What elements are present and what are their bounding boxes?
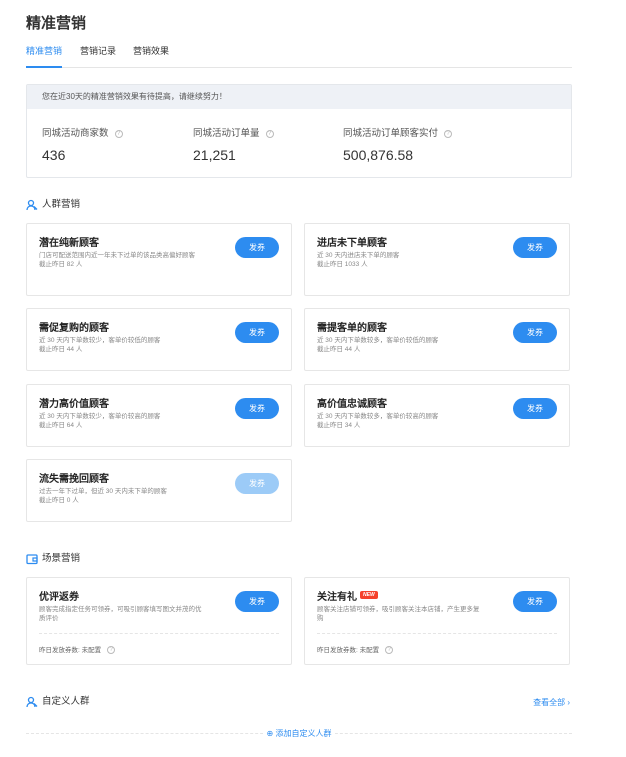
issue-coupon-button[interactable]: 发券 (235, 473, 279, 494)
chevron-right-icon: › (567, 698, 570, 707)
stat-orders: 同城活动订单量? 21,251 (193, 125, 274, 163)
stat-value: 500,876.58 (343, 147, 414, 163)
tab-marketing-records[interactable]: 营销记录 (80, 44, 116, 68)
card-count: 截止昨日 82 人 (39, 261, 83, 268)
stat-value: 21,251 (193, 147, 236, 163)
crowd-card: 潜在纯新顾客 门店可配送范围内近一年未下过单的该品类高偏好顾客 截止昨日 82 人… (26, 223, 292, 296)
card-desc: 近 30 天内下单数较少，客单价较低的顾客 (39, 337, 161, 344)
wallet-icon (26, 554, 38, 565)
issue-coupon-button[interactable]: 发券 (513, 398, 557, 419)
crowd-card: 需促复购的顾客 近 30 天内下单数较少，客单价较低的顾客 截止昨日 44 人 发… (26, 308, 292, 371)
card-count: 截止昨日 34 人 (317, 422, 361, 429)
new-badge: NEW (360, 591, 378, 599)
user-group-icon (26, 199, 38, 211)
crowd-card: 进店未下单顾客 近 30 天内进店未下单的顾客 截止昨日 1033 人 发券 (304, 223, 570, 296)
card-title: 潜力高价值顾客 (39, 399, 109, 410)
card-title: 高价值忠诚顾客 (317, 399, 387, 410)
section-title: 自定义人群 (42, 696, 90, 707)
card-title: 流失需挽回顾客 (39, 474, 109, 485)
crowd-card: 潜力高价值顾客 近 30 天内下单数较少，客单价较高的顾客 截止昨日 64 人 发… (26, 384, 292, 447)
scene-card: 关注有礼 NEW 顾客关注店铺可领券，吸引顾客关注本店铺，产生更多复购 发券 昨日… (304, 577, 570, 665)
card-count: 截止昨日 1033 人 (317, 261, 368, 268)
stat-label: 同城活动商家数 (42, 128, 109, 139)
section-custom-crowd: 自定义人群 (26, 695, 226, 709)
card-desc: 近 30 天内进店未下单的顾客 (317, 252, 400, 259)
stat-label: 同城活动订单量 (193, 128, 260, 139)
card-desc: 门店可配送范围内近一年未下过单的该品类高偏好顾客 (39, 252, 195, 259)
tab-bar: 精准营销 营销记录 营销效果 (26, 44, 572, 68)
crowd-card: 高价值忠诚顾客 近 30 天内下单数较多，客单价较高的顾客 截止昨日 34 人 发… (304, 384, 570, 447)
stat-merchants: 同城活动商家数? 436 (42, 125, 123, 163)
issue-coupon-button[interactable]: 发券 (513, 322, 557, 343)
card-count: 截止昨日 0 人 (39, 497, 79, 504)
scene-card: 优评返券 顾客完成指定任务可领券，可吸引顾客填写图文并茂的优质评价 发券 昨日发… (26, 577, 292, 665)
issue-coupon-button[interactable]: 发券 (513, 237, 557, 258)
help-icon[interactable]: ? (265, 130, 274, 138)
card-desc: 近 30 天内下单数较多，客单价较低的顾客 (317, 337, 439, 344)
card-desc: 过去一年下过单，但近 30 天内未下单的顾客 (39, 488, 167, 495)
card-title: 潜在纯新顾客 (39, 238, 99, 249)
section-scene-marketing: 场景营销 (26, 552, 226, 566)
card-count: 截止昨日 44 人 (317, 346, 361, 353)
card-title: 优评返券 (39, 592, 79, 603)
card-footer: 昨日发放券数: 未配置 (317, 647, 380, 654)
issue-coupon-button[interactable]: 发券 (513, 591, 557, 612)
section-crowd-marketing: 人群营销 (26, 198, 226, 212)
user-icon (26, 696, 38, 708)
card-title: 关注有礼 (317, 592, 357, 603)
tab-precision-marketing[interactable]: 精准营销 (26, 44, 62, 68)
active-tab-indicator (26, 66, 62, 68)
add-custom-crowd-button[interactable]: ⊕ 添加自定义人群 (26, 728, 572, 739)
card-title: 需促复购的顾客 (39, 323, 109, 334)
issue-coupon-button[interactable]: 发券 (235, 398, 279, 419)
card-title: 需提客单的顾客 (317, 323, 387, 334)
view-all-label: 查看全部 (533, 698, 566, 707)
help-icon[interactable]: ? (107, 646, 116, 654)
card-desc: 近 30 天内下单数较少，客单价较高的顾客 (39, 413, 161, 420)
card-desc: 近 30 天内下单数较多，客单价较高的顾客 (317, 413, 439, 420)
card-count: 截止昨日 64 人 (39, 422, 83, 429)
stats-panel: 您在近30天的精准营销效果有待提高，请继续努力！ 同城活动商家数? 436 同城… (26, 84, 572, 178)
help-icon[interactable]: ? (444, 130, 453, 138)
stat-value: 436 (42, 147, 66, 163)
card-count: 截止昨日 44 人 (39, 346, 83, 353)
section-title: 人群营销 (42, 199, 81, 210)
add-label: 添加自定义人群 (275, 729, 332, 738)
issue-coupon-button[interactable]: 发券 (235, 591, 279, 612)
card-desc: 顾客关注店铺可领券，吸引顾客关注本店铺，产生更多复购 (317, 606, 480, 622)
card-title: 进店未下单顾客 (317, 238, 387, 249)
stat-label: 同城活动订单顾客实付 (343, 128, 439, 139)
stat-paid: 同城活动订单顾客实付? 500,876.58 (343, 125, 453, 163)
tab-marketing-effect[interactable]: 营销效果 (133, 44, 169, 68)
stats-banner: 您在近30天的精准营销效果有待提高，请继续努力！ (27, 85, 571, 109)
help-icon[interactable]: ? (114, 130, 123, 138)
view-all-link[interactable]: 查看全部 › (533, 697, 570, 708)
help-icon[interactable]: ? (385, 646, 394, 654)
page-title: 精准营销 (26, 15, 87, 32)
card-desc: 顾客完成指定任务可领券，可吸引顾客填写图文并茂的优质评价 (39, 606, 202, 622)
issue-coupon-button[interactable]: 发券 (235, 237, 279, 258)
issue-coupon-button[interactable]: 发券 (235, 322, 279, 343)
card-footer: 昨日发放券数: 未配置 (39, 647, 102, 654)
section-title: 场景营销 (42, 553, 81, 564)
plus-circle-icon: ⊕ (266, 729, 274, 738)
crowd-card: 流失需挽回顾客 过去一年下过单，但近 30 天内未下单的顾客 截止昨日 0 人 发… (26, 459, 292, 522)
crowd-card: 需提客单的顾客 近 30 天内下单数较多，客单价较低的顾客 截止昨日 44 人 发… (304, 308, 570, 371)
